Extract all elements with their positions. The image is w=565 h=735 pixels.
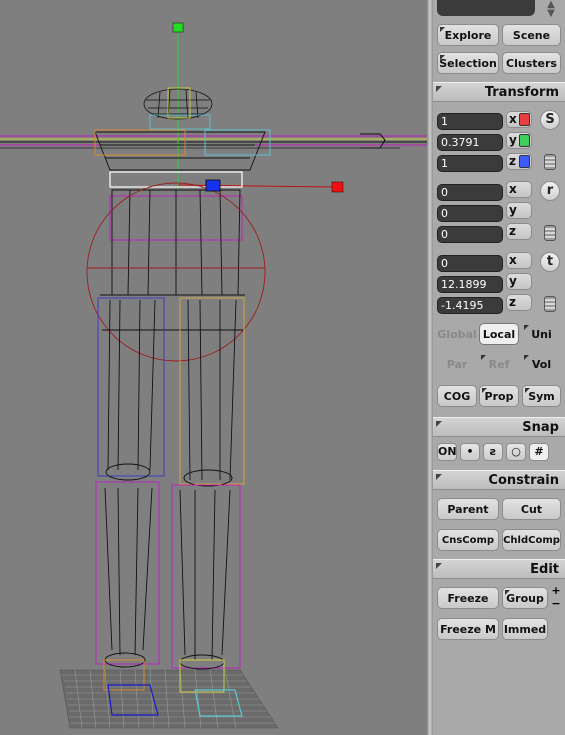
translate-x-field[interactable]: 0 [437,255,503,272]
constrain-header[interactable]: Constrain [433,470,565,490]
selection-button[interactable]: Selection [437,52,499,74]
par-button[interactable]: Par [437,353,477,375]
ref-button[interactable]: Ref [479,353,519,375]
transform-header[interactable]: Transform [433,82,565,102]
scale-y-button[interactable]: y [506,132,532,149]
freeze-button[interactable]: Freeze [437,587,499,609]
translate-y-field[interactable]: 12.1899 [437,276,503,293]
scene-button[interactable]: Scene [502,24,561,46]
scale-lock-icon[interactable] [544,154,556,170]
rotate-x-field[interactable]: 0 [437,184,503,201]
minus-button[interactable]: − [550,598,562,610]
main-command-panel: ▲ ▼ Explore Scene Selection Clusters Tran… [433,0,565,735]
rotate-y-field[interactable]: 0 [437,205,503,222]
rotate-mode-button[interactable]: r [540,181,560,201]
cut-button[interactable]: Cut [502,498,561,520]
axis-x-label: x [509,112,517,126]
translate-y-button[interactable]: y [506,273,532,290]
snap-surface-icon[interactable]: ○ [506,443,526,461]
clusters-button[interactable]: Clusters [502,52,561,74]
snap-grid-icon[interactable]: # [529,443,549,461]
parent-button[interactable]: Parent [437,498,499,520]
wireframe-character [0,22,427,729]
sym-button[interactable]: Sym [522,385,561,407]
rotate-y-button[interactable]: y [506,202,532,219]
rotate-z-field[interactable]: 0 [437,226,503,243]
floor-grid [59,669,279,729]
rotate-lock-icon[interactable] [544,225,556,241]
left-leg [95,297,165,716]
scale-mode-button[interactable]: S [540,110,560,130]
arrows-icon[interactable]: ▲ ▼ [541,0,561,19]
immed-button[interactable]: Immed [502,618,548,640]
plus-button[interactable]: + [550,585,562,597]
global-button[interactable]: Global [437,323,477,345]
explore-button[interactable]: Explore [437,24,499,46]
scale-z-button[interactable]: z [506,153,532,170]
vol-button[interactable]: Vol [522,353,561,375]
cog-button[interactable]: COG [437,385,477,407]
freeze-m-button[interactable]: Freeze M [437,618,499,640]
rotate-x-button[interactable]: x [506,181,532,198]
top-field[interactable] [437,0,535,16]
prop-button[interactable]: Prop [479,385,519,407]
translate-z-button[interactable]: z [506,294,532,311]
translate-x-button[interactable]: x [506,252,532,269]
scale-x-button[interactable]: x [506,111,532,128]
scale-z-field[interactable]: 1 [437,155,503,172]
arms [0,133,427,149]
rotate-z-button[interactable]: z [506,223,532,240]
translate-lock-icon[interactable] [544,296,556,312]
group-button[interactable]: Group [502,587,548,609]
snap-point-icon[interactable]: • [460,443,480,461]
snap-on-button[interactable]: ON [437,443,457,461]
snap-curve-icon[interactable]: ƨ [483,443,503,461]
translate-mode-button[interactable]: t [540,252,560,272]
translate-z-field[interactable]: -1.4195 [437,297,503,314]
snap-header[interactable]: Snap [433,417,565,437]
local-button[interactable]: Local [479,323,519,345]
cnscomp-button[interactable]: CnsComp [437,529,499,551]
edit-header[interactable]: Edit [433,559,565,579]
uni-button[interactable]: Uni [522,323,561,345]
scale-y-field[interactable]: 0.3791 [437,134,503,151]
3d-viewport[interactable] [0,0,427,735]
axis-z-label: z [509,154,516,168]
scale-x-field[interactable]: 1 [437,113,503,130]
axis-y-label: y [509,133,517,147]
chldcomp-button[interactable]: ChldComp [502,529,561,551]
